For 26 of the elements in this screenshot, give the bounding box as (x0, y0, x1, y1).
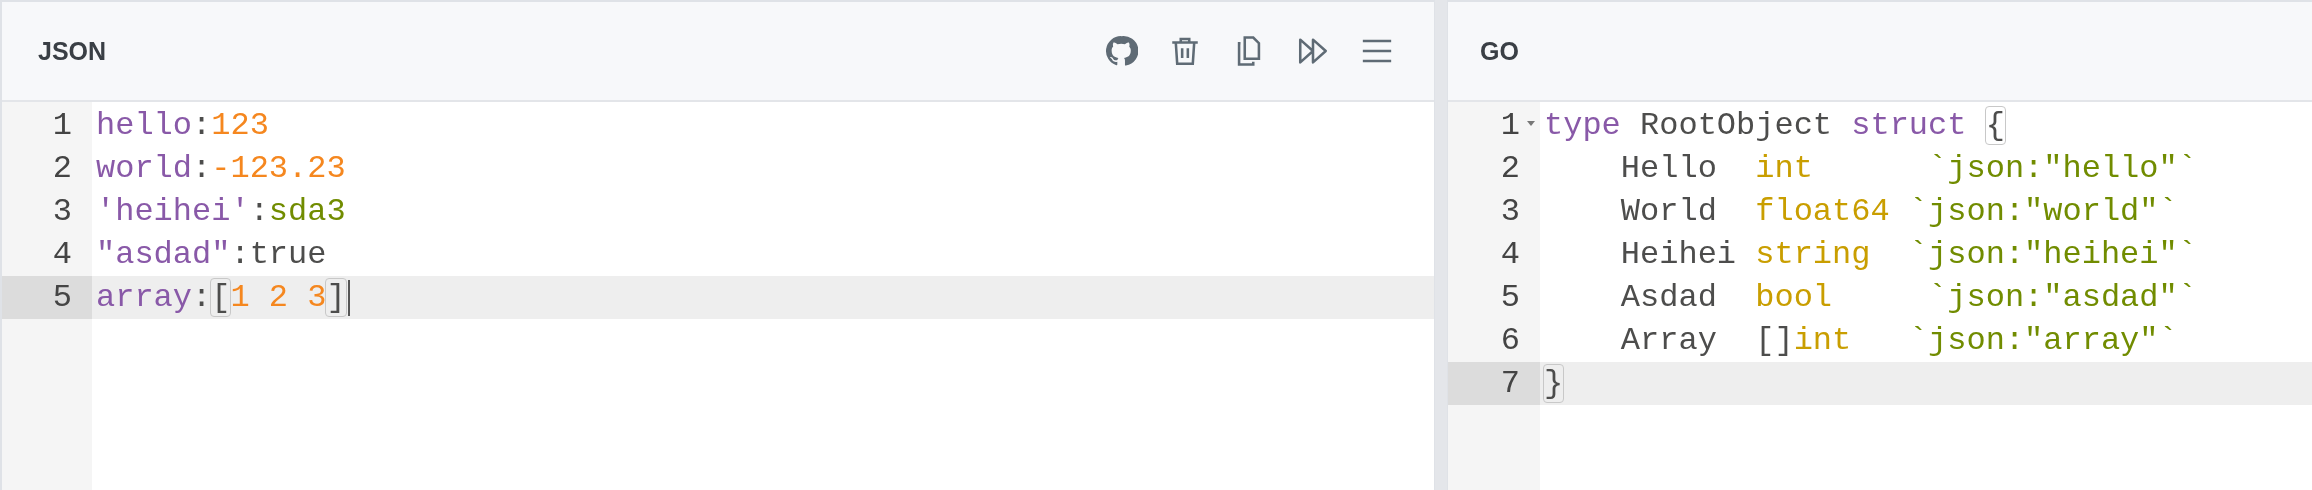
github-icon[interactable] (1104, 34, 1138, 68)
code-line: World float64 `json:"world"` (1619, 192, 2179, 232)
line-number: 6 (1500, 322, 1520, 359)
line-number: 1 (1500, 107, 1520, 144)
line-number: 3 (1500, 193, 1520, 230)
code-line: type RootObject struct { (1543, 106, 2006, 146)
line-number: 7 (1500, 365, 1520, 402)
panel-title: GO (1480, 36, 1519, 66)
line-number: 4 (52, 236, 72, 273)
line-number: 1 (52, 107, 72, 144)
line-number: 2 (1500, 150, 1520, 187)
fold-icon[interactable] (1526, 118, 1536, 128)
line-number: 3 (52, 193, 72, 230)
code-line: 'heihei':sda3 (95, 192, 347, 232)
code-line: "asdad":true (95, 235, 328, 275)
code-line: Asdad bool `json:"asdad"` (1619, 278, 2198, 318)
line-number: 5 (52, 279, 72, 316)
code-line: Array []int `json:"array"` (1619, 321, 2179, 361)
code-line: Heihei string `json:"heihei"` (1619, 235, 2198, 275)
panel-title: JSON (38, 36, 107, 66)
line-number: 5 (1500, 279, 1520, 316)
line-number: 4 (1500, 236, 1520, 273)
code-line: world:-123.23 (95, 149, 347, 189)
code-line: Hello int `json:"hello"` (1619, 149, 2198, 189)
code-line: hello:123 (95, 106, 270, 146)
line-number: 2 (52, 150, 72, 187)
